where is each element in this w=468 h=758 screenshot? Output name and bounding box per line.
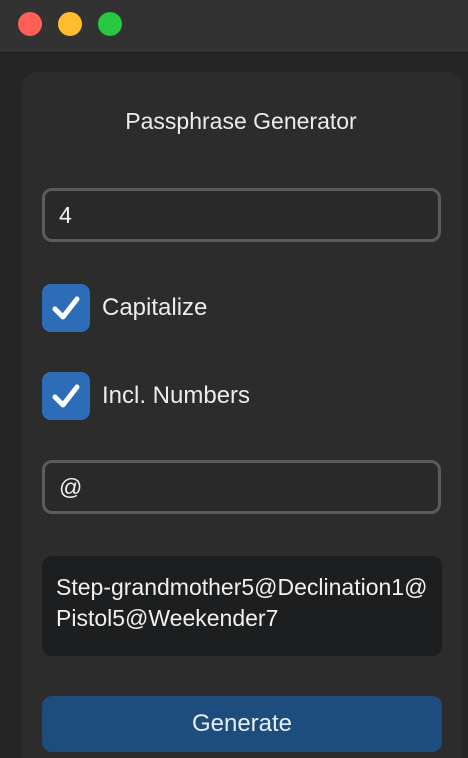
zoom-window-button[interactable] (98, 12, 122, 36)
include-numbers-label: Incl. Numbers (102, 382, 251, 409)
close-window-button[interactable] (18, 12, 42, 36)
generate-button[interactable]: Generate (42, 696, 442, 752)
page-title: Passphrase Generator (125, 108, 357, 134)
app-window: Passphrase Generator Capitalize Incl. Nu… (0, 0, 468, 758)
title-bar (0, 0, 468, 53)
passphrase-output: Step-grandmother5@Declination1@Pistol5@W… (42, 556, 442, 656)
capitalize-option[interactable]: Capitalize (42, 284, 207, 332)
checkmark-icon (52, 384, 80, 408)
checkmark-icon (52, 296, 80, 320)
capitalize-label: Capitalize (102, 294, 208, 321)
word-count-input[interactable] (42, 188, 441, 242)
include-numbers-checkbox[interactable] (42, 372, 90, 420)
include-numbers-option[interactable]: Incl. Numbers (42, 372, 250, 420)
minimize-window-button[interactable] (58, 12, 82, 36)
separator-input[interactable] (42, 460, 441, 514)
capitalize-checkbox[interactable] (42, 284, 90, 332)
